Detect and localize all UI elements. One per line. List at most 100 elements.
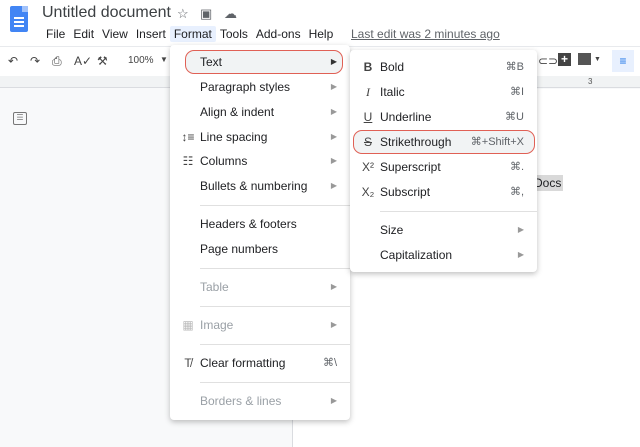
label: Paragraph styles xyxy=(200,80,291,94)
print-icon[interactable]: ⎙ xyxy=(52,54,62,69)
divider xyxy=(200,306,350,307)
format-menu: Text ▶ Paragraph styles ▶ Align & indent ▶ … xyxy=(170,45,350,420)
label: Clear formatting xyxy=(200,356,286,370)
line-spacing-icon: ↕≡ xyxy=(181,130,195,144)
shortcut: ⌘, xyxy=(509,186,524,198)
menu-item-headers-footers[interactable]: Headers & footers xyxy=(170,212,350,236)
menu-item-page-numbers[interactable]: Page numbers xyxy=(170,237,350,261)
shortcut: ⌘I xyxy=(509,86,524,98)
menu-insert[interactable]: Insert xyxy=(132,26,170,42)
menu-item-size[interactable]: Size ▶ xyxy=(350,218,537,242)
cloud-status-icon[interactable]: ☁ xyxy=(224,6,237,22)
submenu-arrow-icon: ▶ xyxy=(517,225,524,234)
menu-item-italic[interactable]: I Italic ⌘I xyxy=(350,80,537,104)
menu-help[interactable]: Help xyxy=(305,26,338,42)
menu-item-align-indent[interactable]: Align & indent ▶ xyxy=(170,100,350,124)
document-title[interactable]: Untitled document xyxy=(42,4,171,22)
columns-icon: ☷ xyxy=(182,154,194,168)
menu-item-capitalization[interactable]: Capitalization ▶ xyxy=(350,243,537,267)
submenu-arrow-icon: ▶ xyxy=(330,82,337,91)
divider xyxy=(200,382,350,383)
italic-icon: I xyxy=(366,85,370,99)
submenu-arrow-icon: ▶ xyxy=(330,181,337,190)
link-icon[interactable]: ⊂⊃ xyxy=(538,54,558,68)
move-folder-icon[interactable]: ▣ xyxy=(200,6,212,22)
spellcheck-icon[interactable]: A✓ xyxy=(74,54,92,68)
menu-item-bullets-numbering[interactable]: Bullets & numbering ▶ xyxy=(170,174,350,198)
clear-formatting-icon: T̸ xyxy=(184,356,192,370)
submenu-arrow-icon: ▶ xyxy=(330,320,337,329)
label: Line spacing xyxy=(200,130,268,144)
shortcut: ⌘+Shift+X xyxy=(470,136,524,148)
divider xyxy=(200,205,350,206)
label: Size xyxy=(380,223,404,237)
image-icon: ▦ xyxy=(182,318,194,332)
label: Headers & footers xyxy=(200,217,297,231)
undo-icon[interactable]: ↶ xyxy=(8,54,18,68)
submenu-arrow-icon: ▶ xyxy=(330,132,337,141)
image-dropdown-icon[interactable]: ▼ xyxy=(594,56,601,63)
menu-item-underline[interactable]: U Underline ⌘U xyxy=(350,105,537,129)
label: Borders & lines xyxy=(200,394,282,408)
label: Bullets & numbering xyxy=(200,179,308,193)
divider xyxy=(380,211,537,212)
text-submenu: B Bold ⌘B I Italic ⌘I U Underline ⌘U S Striketh… xyxy=(350,50,537,272)
menu-item-borders-lines[interactable]: Borders & lines ▶ xyxy=(170,389,350,413)
menu-view[interactable]: View xyxy=(98,26,132,42)
insert-image-icon[interactable] xyxy=(578,53,591,65)
menu-item-superscript[interactable]: X² Superscript ⌘. xyxy=(350,155,537,179)
redo-icon[interactable]: ↷ xyxy=(30,54,40,68)
menu-bar: File Edit View Insert Format Tools Add-o… xyxy=(42,26,337,42)
label: Align & indent xyxy=(200,105,275,119)
label: Superscript xyxy=(380,160,441,174)
menu-tools[interactable]: Tools xyxy=(216,26,252,42)
zoom-dropdown-icon[interactable]: ▼ xyxy=(160,55,168,64)
menu-item-subscript[interactable]: X₂ Subscript ⌘, xyxy=(350,180,537,204)
superscript-icon: X² xyxy=(362,160,374,174)
star-icon[interactable]: ☆ xyxy=(177,6,189,22)
strikethrough-icon: S xyxy=(363,135,372,149)
label: Capitalization xyxy=(380,248,453,262)
label: Image xyxy=(200,318,234,332)
menu-addons[interactable]: Add-ons xyxy=(252,26,305,42)
divider xyxy=(200,344,350,345)
menu-item-line-spacing[interactable]: ↕≡ Line spacing ▶ xyxy=(170,125,350,149)
menu-edit[interactable]: Edit xyxy=(69,26,98,42)
menu-item-columns[interactable]: ☷ Columns ▶ xyxy=(170,149,350,173)
menu-format[interactable]: Format xyxy=(169,26,216,42)
submenu-arrow-icon: ▶ xyxy=(330,396,337,405)
label: Underline xyxy=(380,110,432,124)
divider xyxy=(200,268,350,269)
submenu-arrow-icon: ▶ xyxy=(330,156,337,165)
menu-item-bold[interactable]: B Bold ⌘B xyxy=(350,55,537,79)
menu-item-paragraph-styles[interactable]: Paragraph styles ▶ xyxy=(170,75,350,99)
underline-icon: U xyxy=(363,110,373,124)
last-edit-link[interactable]: Last edit was 2 minutes ago xyxy=(351,27,500,41)
add-comment-icon[interactable]: + xyxy=(558,53,571,66)
menu-file[interactable]: File xyxy=(42,26,69,42)
ruler-mark: 3 xyxy=(588,77,593,86)
subscript-icon: X₂ xyxy=(361,185,375,199)
menu-item-image[interactable]: ▦ Image ▶ xyxy=(170,313,350,337)
paint-format-icon[interactable]: ⚒ xyxy=(97,54,108,68)
menu-item-table[interactable]: Table ▶ xyxy=(170,275,350,299)
label: Italic xyxy=(380,85,405,99)
submenu-arrow-icon: ▶ xyxy=(330,57,337,66)
align-left-icon[interactable]: ≡ xyxy=(612,50,634,72)
shortcut: ⌘U xyxy=(505,111,524,123)
submenu-arrow-icon: ▶ xyxy=(330,107,337,116)
shortcut: ⌘. xyxy=(509,161,524,173)
document-outline-icon[interactable]: ☰ xyxy=(13,112,27,125)
label: Strikethrough xyxy=(380,135,452,149)
label: Table xyxy=(200,280,229,294)
submenu-arrow-icon: ▶ xyxy=(517,250,524,259)
menu-item-text[interactable]: Text ▶ xyxy=(170,50,350,74)
menu-item-clear-formatting[interactable]: T̸ Clear formatting ⌘\ xyxy=(170,351,350,375)
label: Columns xyxy=(200,154,248,168)
label: Subscript xyxy=(380,185,431,199)
docs-logo-icon[interactable] xyxy=(10,6,28,32)
shortcut: ⌘\ xyxy=(322,357,337,369)
bold-icon: B xyxy=(363,60,373,74)
menu-item-strikethrough[interactable]: S Strikethrough ⌘+Shift+X xyxy=(350,130,537,154)
zoom-select[interactable]: 100% xyxy=(128,55,154,66)
